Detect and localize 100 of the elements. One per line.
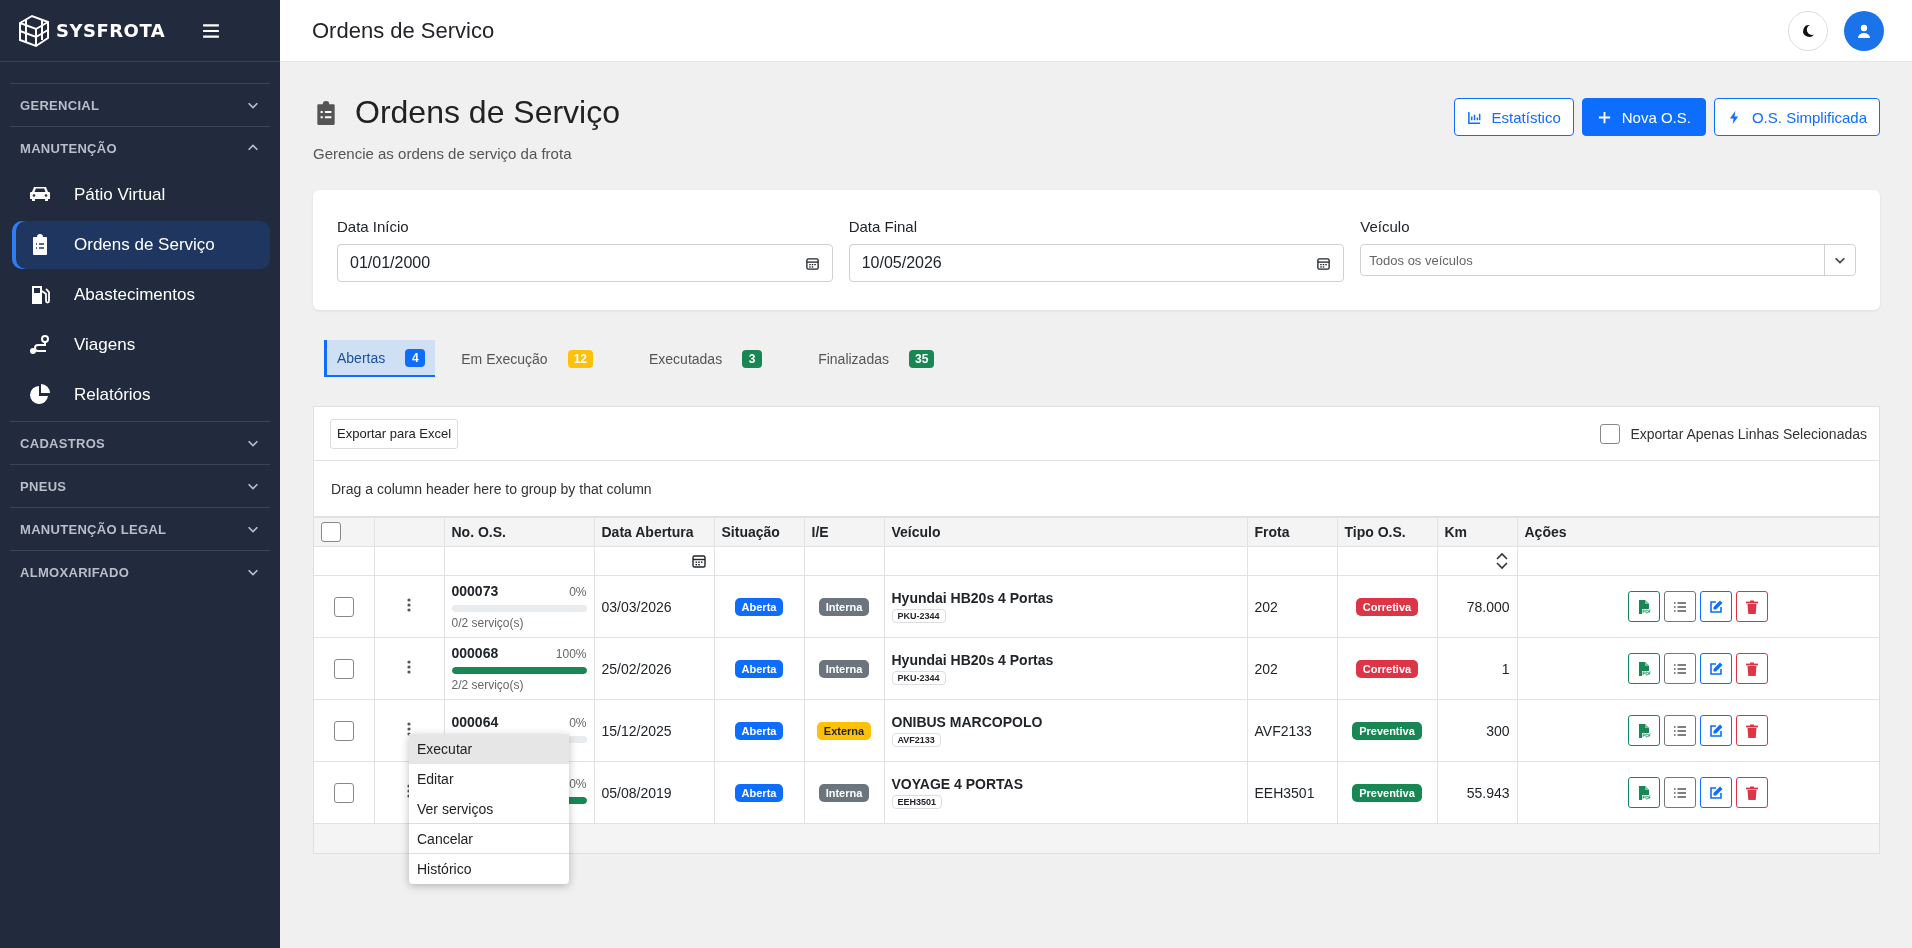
row-checkbox[interactable] [333, 596, 354, 617]
plate-tag: PKU-2344 [891, 671, 946, 685]
pdf-button[interactable] [1628, 777, 1661, 808]
nav-item[interactable]: Ordens de Serviço [12, 221, 270, 269]
edit-button[interactable] [1700, 777, 1733, 808]
status-tab[interactable]: Abertas 4 [324, 340, 436, 377]
status-badge: Aberta [734, 659, 784, 678]
status-badge: Aberta [734, 721, 784, 740]
menu-item[interactable]: Executar [409, 734, 569, 764]
column-header[interactable]: I/E [804, 517, 884, 547]
vehicle-select[interactable]: Todos os veículos [1360, 244, 1856, 276]
services-count: 2/2 serviço(s) [451, 678, 525, 692]
fleet-cell: EEH3501 [1247, 761, 1337, 824]
column-header[interactable]: No. O.S. [444, 517, 594, 547]
date-field[interactable]: 01/01/2000 [337, 244, 833, 282]
nav-item[interactable]: Abastecimentos [12, 271, 270, 319]
row-checkbox[interactable] [333, 658, 354, 679]
progress-percent: 0% [569, 716, 587, 730]
checkbox-label: Exportar Apenas Linhas Selecionadas [1630, 425, 1867, 442]
menu-item[interactable]: Ver serviços [409, 794, 569, 824]
status-tab[interactable]: Finalizadas 35 [808, 340, 945, 377]
export-excel-button[interactable]: Exportar para Excel [330, 418, 459, 449]
section-header[interactable]: GERENCIAL [10, 83, 270, 126]
edit-button[interactable] [1700, 653, 1733, 684]
page-subtitle: Gerencie as ordens de serviço da frota [313, 145, 573, 162]
edit-button[interactable] [1700, 591, 1733, 622]
order-number: 000073 [451, 583, 499, 599]
status-tab[interactable]: Em Execução 12 [451, 340, 603, 377]
action-button[interactable]: O.S. Simplificada [1713, 98, 1880, 136]
menu-item[interactable]: Cancelar [409, 824, 569, 854]
fleet-cell: 202 [1247, 575, 1337, 638]
delete-button[interactable] [1736, 777, 1769, 808]
sort-icon[interactable] [1493, 551, 1510, 571]
column-header[interactable]: Situação [714, 517, 804, 547]
section-header[interactable]: ALMOXARIFADO [10, 550, 270, 593]
action-button[interactable]: Estatístico [1453, 98, 1574, 136]
fleet-cell: AVF2133 [1247, 699, 1337, 762]
nav-item[interactable]: Viagens [12, 321, 270, 369]
row-checkbox[interactable] [333, 720, 354, 741]
km-cell: 78.000 [1437, 575, 1517, 638]
kebab-menu-icon[interactable] [407, 722, 411, 736]
plate-tag: AVF2133 [891, 733, 941, 747]
delete-button[interactable] [1736, 653, 1769, 684]
nav-item[interactable]: Pátio Virtual [12, 171, 270, 219]
section-header[interactable]: MANUTENÇÃO [10, 126, 270, 169]
status-tab[interactable]: Executadas 3 [639, 340, 773, 377]
count-badge: 4 [405, 348, 426, 367]
select-all-checkbox[interactable] [321, 522, 341, 542]
column-header[interactable]: Frota [1247, 517, 1337, 547]
theme-toggle-button[interactable] [1788, 10, 1828, 51]
list-button[interactable] [1664, 653, 1697, 684]
edit-icon [1708, 598, 1725, 615]
origin-badge: Interna [818, 659, 870, 678]
menu-item[interactable]: Histórico [409, 854, 569, 884]
vehicle-name: Hyundai HB20s 4 Portas [891, 652, 1055, 668]
origin-badge: Interna [818, 783, 870, 802]
status-badge: Aberta [734, 783, 784, 802]
pdf-file-icon [1636, 660, 1653, 677]
nav-item[interactable]: Relatórios [12, 371, 270, 419]
pdf-button[interactable] [1628, 653, 1661, 684]
edit-button[interactable] [1700, 715, 1733, 746]
column-header[interactable]: Ações [1517, 517, 1879, 547]
column-header[interactable]: Tipo O.S. [1337, 517, 1437, 547]
action-button[interactable]: Nova O.S. [1581, 98, 1706, 136]
list-button[interactable] [1664, 777, 1697, 808]
trash-icon [1744, 660, 1761, 677]
fleet-cell: 202 [1247, 637, 1337, 700]
list-button[interactable] [1664, 715, 1697, 746]
row-checkbox[interactable] [333, 782, 354, 803]
count-badge: 35 [909, 349, 935, 368]
section-header[interactable]: PNEUS [10, 464, 270, 507]
route-icon [28, 333, 52, 357]
services-count: 0/2 serviço(s) [451, 616, 525, 630]
type-badge: Corretiva [1355, 659, 1419, 678]
edit-icon [1708, 660, 1725, 677]
section-header[interactable]: CADASTROS [10, 421, 270, 464]
user-avatar-button[interactable] [1844, 10, 1884, 51]
column-header[interactable]: Km [1437, 517, 1517, 547]
checkbox[interactable] [1600, 423, 1621, 444]
date-cell: 03/03/2026 [594, 575, 714, 638]
delete-button[interactable] [1736, 715, 1769, 746]
menu-item[interactable]: Editar [409, 764, 569, 794]
field-label: Data Final [848, 218, 919, 235]
delete-button[interactable] [1736, 591, 1769, 622]
list-button[interactable] [1664, 591, 1697, 622]
trash-icon [1744, 784, 1761, 801]
kebab-menu-icon[interactable] [407, 660, 411, 674]
column-header[interactable]: Veículo [884, 517, 1247, 547]
pdf-button[interactable] [1628, 715, 1661, 746]
date-field[interactable]: 10/05/2026 [848, 244, 1345, 282]
calendar-icon[interactable] [690, 553, 707, 569]
section-header[interactable]: MANUTENÇÃO LEGAL [10, 507, 270, 550]
page-heading: Ordens de Serviço [355, 94, 620, 131]
moon-icon [1800, 22, 1816, 39]
pdf-button[interactable] [1628, 591, 1661, 622]
column-header[interactable]: Data Abertura [594, 517, 714, 547]
status-badge: Aberta [734, 597, 784, 616]
menu-icon[interactable] [202, 21, 220, 40]
kebab-menu-icon[interactable] [407, 598, 411, 612]
brand-logo[interactable]: SYSFROTA [16, 12, 166, 49]
